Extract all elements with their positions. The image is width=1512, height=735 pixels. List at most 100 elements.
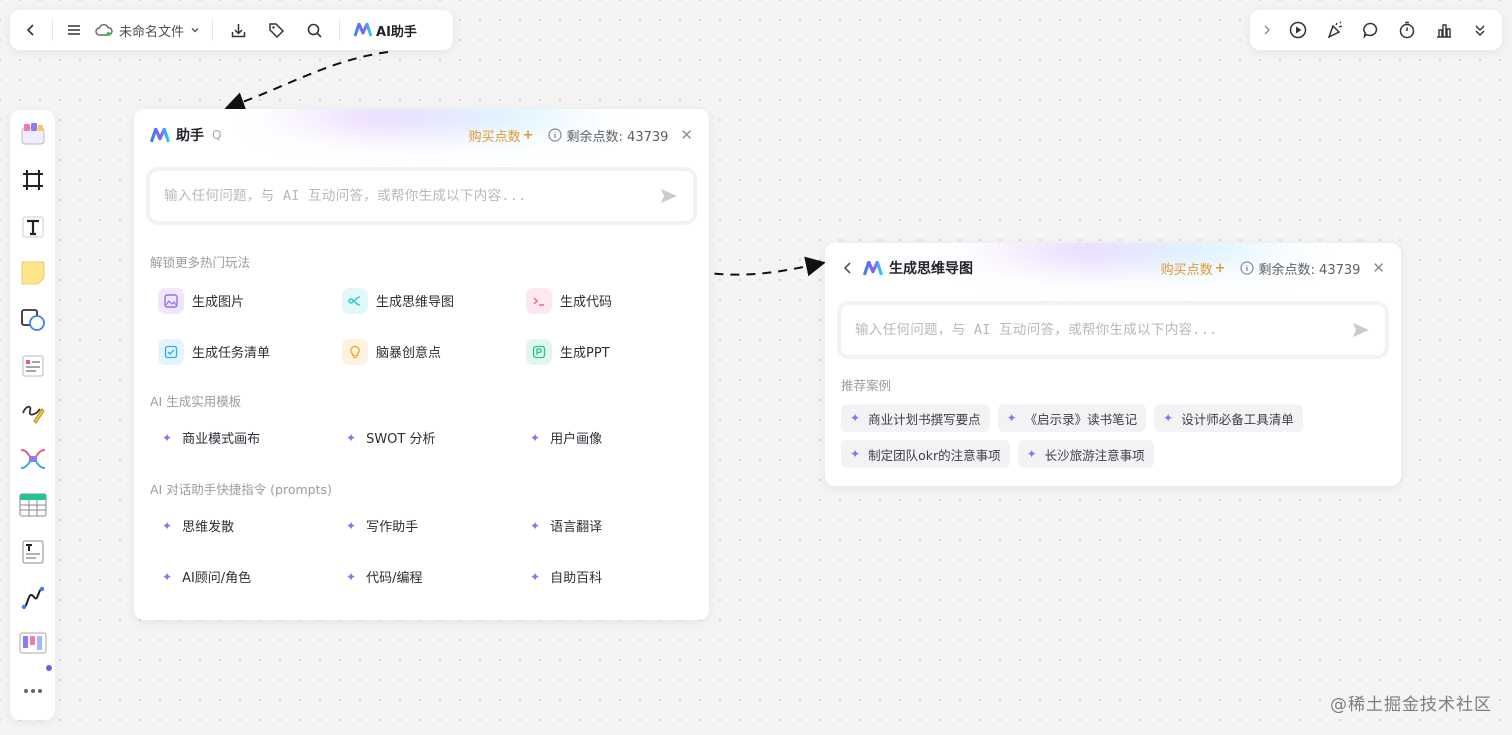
buy-points-button[interactable]: 购买点数 + xyxy=(1161,259,1226,278)
panel-title: 生成思维导图 xyxy=(889,261,973,277)
prompt-label: 自助百科 xyxy=(550,571,603,586)
double-chevron-down-icon xyxy=(1475,25,1485,37)
timer-icon xyxy=(1400,21,1415,39)
comment-button[interactable] xyxy=(1356,15,1386,45)
feature-generate-checklist[interactable]: 生成任务清单 xyxy=(150,326,334,377)
vote-button[interactable] xyxy=(1429,15,1459,45)
ai-logo-icon xyxy=(863,260,883,275)
plus-icon: + xyxy=(1214,260,1226,276)
image-icon xyxy=(158,287,184,314)
cloud-icon xyxy=(95,24,113,36)
send-icon[interactable] xyxy=(1351,320,1371,340)
prompt-item[interactable]: ✦ 思维发散 xyxy=(150,500,334,551)
template-item[interactable]: ✦ SWOT 分析 xyxy=(334,412,518,463)
back-button[interactable] xyxy=(16,15,46,45)
tag-button[interactable] xyxy=(257,15,295,45)
ai-assistant-button[interactable]: AI助手 xyxy=(346,15,425,45)
feature-generate-code[interactable]: 生成代码 xyxy=(518,275,702,326)
prompt-item[interactable]: ✦ 代码/编程 xyxy=(334,551,518,602)
sticky-note-icon xyxy=(21,261,44,285)
present-button[interactable] xyxy=(1283,15,1313,45)
table-tool[interactable] xyxy=(15,487,51,523)
arrow-ai-to-assistant xyxy=(224,51,389,112)
feature-label: 生成PPT xyxy=(560,346,610,361)
close-icon[interactable]: ✕ xyxy=(680,126,693,144)
template-label: 商业模式画布 xyxy=(182,432,261,447)
assistant-input-box xyxy=(150,171,693,221)
sparkle-icon: ✦ xyxy=(1163,411,1174,425)
section-templates-title: AI 生成实用模板 xyxy=(150,394,242,409)
prompt-item[interactable]: ✦ 语言翻译 xyxy=(518,500,702,551)
comment-icon xyxy=(1363,22,1378,39)
connector-icon xyxy=(21,586,44,610)
feature-brainstorm[interactable]: 脑暴创意点 xyxy=(334,326,518,377)
mindmap-tool-icon xyxy=(20,448,45,469)
sparkle-icon: ✦ xyxy=(162,569,173,584)
kanban-tool[interactable] xyxy=(15,626,51,662)
example-chip[interactable]: ✦ 制定团队okr的注意事项 xyxy=(841,440,1010,468)
mindmap-icon xyxy=(342,287,368,314)
more-button[interactable] xyxy=(1465,15,1495,45)
assistant-input[interactable] xyxy=(164,188,659,204)
example-chips: ✦ 商业计划书撰写要点 ✦ 《启示录》读书笔记 ✦ 设计师必备工具清单 ✦ 制定团队ok… xyxy=(841,404,1385,468)
pen-icon xyxy=(21,406,45,425)
connector-tool[interactable] xyxy=(15,580,51,616)
template-item[interactable]: ✦ 用户画像 xyxy=(518,412,702,463)
template-tool[interactable] xyxy=(15,116,51,152)
example-chip[interactable]: ✦ 设计师必备工具清单 xyxy=(1154,404,1303,432)
more-icon xyxy=(23,688,42,693)
sticky-note-tool[interactable] xyxy=(15,255,51,291)
prompt-item[interactable]: ✦ AI顾问/角色 xyxy=(150,551,334,602)
feature-generate-image[interactable]: 生成图片 xyxy=(150,275,334,326)
feature-generate-mindmap[interactable]: 生成思维导图 xyxy=(334,275,518,326)
section-examples-title: 推荐案例 xyxy=(841,378,892,393)
pen-tool[interactable] xyxy=(15,394,51,430)
chevron-right-icon xyxy=(1264,25,1271,35)
collapse-button[interactable] xyxy=(1257,15,1277,45)
export-button[interactable] xyxy=(219,15,257,45)
template-item[interactable]: ✦ 商业模式画布 xyxy=(150,412,334,463)
card-tool[interactable] xyxy=(15,348,51,384)
divider xyxy=(339,19,341,41)
document-tool[interactable] xyxy=(15,534,51,570)
feature-generate-ppt[interactable]: 生成PPT xyxy=(518,326,702,377)
mindmap-tool[interactable] xyxy=(15,441,51,477)
prompt-label: 代码/编程 xyxy=(366,571,423,586)
points-display: 剩余点数: 43739 xyxy=(547,126,669,145)
frame-tool[interactable] xyxy=(15,162,51,198)
sparkle-icon: ✦ xyxy=(346,518,357,533)
points-label: 剩余点数: 43739 xyxy=(566,129,669,145)
prompt-item[interactable]: ✦ 写作助手 xyxy=(334,500,518,551)
template-label: 用户画像 xyxy=(550,432,603,447)
text-tool[interactable] xyxy=(15,209,51,245)
back-icon[interactable] xyxy=(841,261,855,275)
send-icon[interactable] xyxy=(659,186,679,206)
panel-header: 助手 Q 购买点数 + 剩余点数: 43739 ✕ xyxy=(134,109,709,161)
template-label: SWOT 分析 xyxy=(366,432,436,447)
info-icon xyxy=(547,128,562,142)
buy-points-button[interactable]: 购买点数 + xyxy=(469,126,534,145)
example-chip[interactable]: ✦ 商业计划书撰写要点 xyxy=(841,404,990,432)
search-button[interactable] xyxy=(295,15,333,45)
prompt-item[interactable]: ✦ 自助百科 xyxy=(518,551,702,602)
menu-icon xyxy=(68,25,80,35)
shape-tool[interactable] xyxy=(15,302,51,338)
close-icon[interactable]: ✕ xyxy=(1372,259,1385,277)
file-name: 未命名文件 xyxy=(119,24,185,40)
frame-icon xyxy=(22,170,43,191)
example-label: 长沙旅游注意事项 xyxy=(1044,447,1145,463)
celebrate-button[interactable] xyxy=(1320,15,1350,45)
feature-grid: 生成图片 生成思维导图 生成代码 生成任务清单 脑暴创意点 生成PPT xyxy=(150,275,693,377)
menu-button[interactable] xyxy=(59,15,89,45)
more-tools-button[interactable] xyxy=(15,664,52,709)
mindmap-input[interactable] xyxy=(855,322,1351,338)
example-chip[interactable]: ✦ 长沙旅游注意事项 xyxy=(1017,440,1154,468)
timer-button[interactable] xyxy=(1392,15,1422,45)
shape-icon xyxy=(20,308,45,331)
feature-label: 生成代码 xyxy=(560,295,613,310)
example-chip[interactable]: ✦ 《启示录》读书笔记 xyxy=(997,404,1147,432)
top-toolbar: 未命名文件 AI助手 xyxy=(10,10,453,50)
file-name-dropdown[interactable]: 未命名文件 xyxy=(89,15,206,45)
prompt-grid: ✦ 思维发散 ✦ 写作助手 ✦ 语言翻译 ✦ AI顾问/角色 ✦ 代码/编程 ✦ 自助百科 xyxy=(150,500,693,602)
sparkle-icon: ✦ xyxy=(530,430,541,445)
